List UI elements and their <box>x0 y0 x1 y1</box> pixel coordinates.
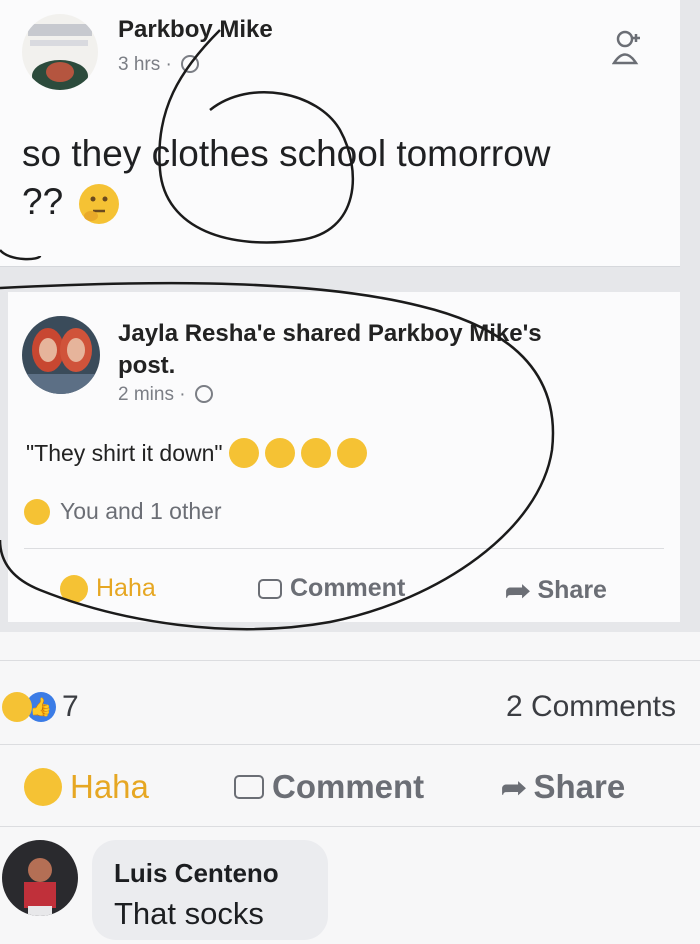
reactions-text: You and 1 other <box>60 498 222 524</box>
shared-haha-label: Haha <box>96 574 156 602</box>
post-timestamp: 3 hrs · <box>118 54 200 76</box>
shared-author-line2[interactable]: post. <box>118 350 542 382</box>
globe-icon <box>194 384 213 403</box>
shared-post-author: Jayla Resha'e shared Parkboy Mike's post… <box>118 318 542 382</box>
shared-comment-label: Comment <box>290 574 406 602</box>
comment-icon <box>258 578 282 599</box>
share-icon: ➦ <box>504 575 531 606</box>
comment-label: Comment <box>272 768 425 805</box>
shared-timestamp: 2 mins · <box>118 384 213 406</box>
haha-icon <box>60 574 88 603</box>
add-friend-icon[interactable] <box>611 30 644 66</box>
post-text: so they clothes school tomorrow ?? <box>22 132 551 225</box>
original-post-card: Parkboy Mike 3 hrs · so they clothes sch… <box>0 0 680 267</box>
haha-label: Haha <box>70 768 149 805</box>
comment-author[interactable]: Luis Centeno <box>114 858 279 889</box>
globe-icon <box>181 54 200 73</box>
comment-button[interactable]: Comment <box>234 768 424 806</box>
shared-comment-button[interactable]: Comment <box>258 574 405 603</box>
laughing-emoji-icon <box>336 438 367 468</box>
share-label: Share <box>533 768 626 805</box>
laughing-emoji-icon <box>228 438 259 468</box>
shared-author-line1[interactable]: Jayla Resha'e shared Parkboy Mike's <box>118 318 542 350</box>
shared-share-button[interactable]: ➦ Share <box>504 574 607 607</box>
thinking-face-emoji-icon <box>79 184 120 225</box>
post-author-name[interactable]: Parkboy Mike <box>118 16 273 44</box>
laughing-emoji-icon <box>264 438 295 468</box>
avatar-jayla[interactable] <box>22 316 100 394</box>
footer-mid-divider <box>0 744 700 745</box>
haha-icon <box>24 768 62 806</box>
post-text-line1: so they clothes school tomorrow <box>22 133 551 174</box>
footer-top-divider <box>0 660 700 661</box>
avatar-parkboy-mike[interactable] <box>22 14 98 90</box>
shared-haha-button[interactable]: Haha <box>60 574 156 603</box>
avatar-luis-centeno[interactable] <box>2 840 78 916</box>
share-button[interactable]: ➦ Share <box>500 768 626 806</box>
comment-icon <box>234 775 264 799</box>
comments-count-link[interactable]: 2 Comments <box>506 690 676 724</box>
comment-text: That socks <box>114 896 264 931</box>
haha-reaction-icon <box>2 692 32 722</box>
shared-time-text: 2 mins <box>118 384 174 405</box>
share-icon: ➦ <box>500 771 527 803</box>
comment-bubble[interactable]: Luis Centeno That socks <box>92 840 328 940</box>
laughing-emoji-icon <box>300 438 331 468</box>
shared-post-text: "They shirt it down" <box>26 438 367 468</box>
shared-post-card: Jayla Resha'e shared Parkboy Mike's post… <box>8 292 680 622</box>
shared-share-label: Share <box>537 576 607 604</box>
post-text-line2: ?? <box>22 181 64 222</box>
reaction-count: 7 <box>62 690 79 723</box>
haha-reaction-icon <box>24 498 50 525</box>
reaction-summary[interactable]: 👍 7 <box>2 690 79 724</box>
post-time-text: 3 hrs <box>118 54 161 75</box>
shared-text: "They shirt it down" <box>26 439 223 466</box>
footer-bottom-divider <box>0 826 700 827</box>
shared-reactions[interactable]: You and 1 other <box>24 498 222 525</box>
shared-divider <box>24 548 664 549</box>
haha-button[interactable]: Haha <box>24 768 149 806</box>
